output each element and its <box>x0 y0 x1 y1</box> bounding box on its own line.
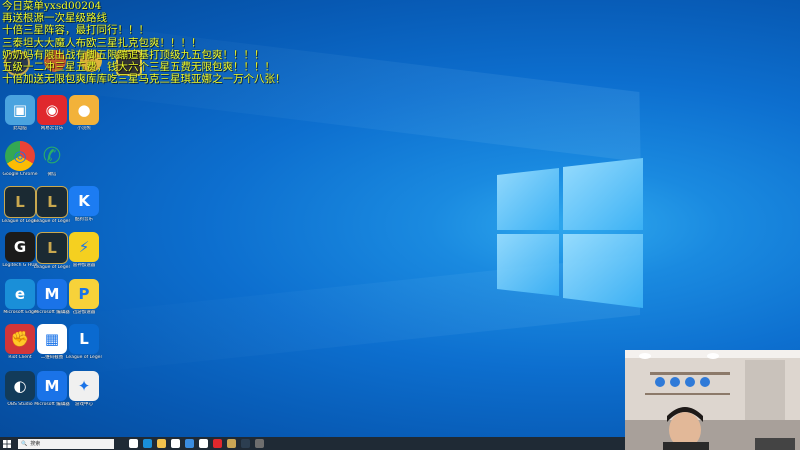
accelerator-icon: P <box>69 279 99 309</box>
desktop-icon-label: League of Legends <box>2 219 38 224</box>
desktop-icon-label: 此电脑 <box>13 126 27 131</box>
microsoft-m-icon: M <box>37 371 67 401</box>
pc-icon: ▣ <box>5 95 35 125</box>
netease-taskbar-icon[interactable] <box>213 439 222 448</box>
search-icon: 🔍 <box>21 440 28 447</box>
desktop-icon-label: Logitech G HUB <box>2 263 38 268</box>
desktop-icon[interactable]: P 迅游加速器 <box>66 279 102 315</box>
file-explorer-icon[interactable] <box>157 439 166 448</box>
webcam-scene-icon <box>625 350 800 450</box>
taskbar-apps <box>124 439 264 448</box>
chrome-icon: ◎ <box>5 141 35 171</box>
desktop-icon-label: 游戏中心 <box>75 402 93 407</box>
desktop-icon[interactable]: LLeague of Legends <box>34 232 70 270</box>
desktop-icon[interactable]: ⚡ 雷神加速器 <box>66 232 102 268</box>
desktop-icon-label: Microsoft 编辑器 <box>34 402 70 407</box>
desktop-icon-label: League of Legends <box>66 355 102 360</box>
desktop-icon-label: OBS Studio <box>7 402 33 407</box>
overlay-line: 三泰坦大大魔人布欧三星扎克包爽！！！！ <box>2 36 202 49</box>
lol-icon: L <box>36 232 68 264</box>
desktop-icon[interactable]: ▦ 二维码截图 <box>34 324 70 360</box>
lol-icon: L <box>4 186 36 218</box>
desktop-icon[interactable]: G Logitech G HUB <box>2 232 38 268</box>
lol-icon: L <box>36 186 68 218</box>
raccoon-icon: ● <box>69 95 99 125</box>
desktop-icon[interactable]: ● 小浣熊 <box>66 95 102 131</box>
desktop-icon-label: Riot Client <box>8 355 32 360</box>
riot-fist-icon: ✊ <box>5 324 35 354</box>
app-taskbar-icon[interactable] <box>241 439 250 448</box>
desktop-icon[interactable]: e Microsoft Edge <box>2 279 38 315</box>
overlay-line: 再送根源一次星级路线 <box>2 12 107 25</box>
desktop-icon-label: 微信 <box>47 172 57 177</box>
desktop-icon[interactable]: ▣ 此电脑 <box>2 95 38 131</box>
microsoft-m-icon: M <box>37 279 67 309</box>
webcam-overlay <box>625 350 800 450</box>
start-button[interactable] <box>0 437 14 450</box>
desktop-icon[interactable]: LLeague of Legends <box>66 324 102 360</box>
desktop-icon-label: League of Legends <box>34 219 70 224</box>
desktop: 今日菜单yxsd00204 再送根源一次星级路线 十倍三星阵容，最打同行！！！ … <box>0 0 800 450</box>
chrome-taskbar-icon[interactable] <box>199 439 208 448</box>
edge-taskbar-icon[interactable] <box>143 439 152 448</box>
desktop-icon[interactable]: ✊ Riot Client <box>2 324 38 360</box>
mail-icon[interactable] <box>185 439 194 448</box>
task-view-icon[interactable] <box>129 439 138 448</box>
desktop-icon-label: 迅游加速器 <box>72 310 96 315</box>
desktop-icon-label: Google Chrome <box>2 172 38 177</box>
store-icon[interactable] <box>171 439 180 448</box>
lol-small-icon: L <box>69 324 99 354</box>
desktop-icon-label: Microsoft 编辑器 <box>34 310 70 315</box>
lightning-icon: ⚡ <box>69 232 99 262</box>
desktop-icon-label: 雷神加速器 <box>72 263 96 268</box>
stream-overlay-text: 今日菜单yxsd00204 再送根源一次星级路线 十倍三星阵容，最打同行！！！ … <box>2 0 342 85</box>
netease-music-icon: ◉ <box>37 95 67 125</box>
desktop-icon[interactable]: M Microsoft 编辑器 <box>34 371 70 407</box>
overlay-line: 今日菜单yxsd00204 <box>2 0 102 12</box>
obs-taskbar-icon[interactable] <box>255 439 264 448</box>
overlay-line: 奶奶妈有限出战有脚五限蹦追基打顶级九五包爽！！！！ <box>2 48 265 61</box>
logitech-g-icon: G <box>5 232 35 262</box>
desktop-icon[interactable]: ✆ 微信 <box>34 141 70 178</box>
desktop-icon-label: 网易云音乐 <box>40 126 64 131</box>
desktop-icon[interactable]: ◎ Google Chrome <box>2 141 38 177</box>
search-placeholder: 搜索 <box>30 441 41 447</box>
kugou-icon: K <box>69 186 99 216</box>
desktop-icon[interactable]: M Microsoft 编辑器 <box>34 279 70 315</box>
lol-taskbar-icon[interactable] <box>227 439 236 448</box>
desktop-icon-label: 小浣熊 <box>77 126 91 131</box>
overlay-line: 十倍加送无限包爽库库吃三星马克三星琪亚娜之一万个八张！ <box>2 73 286 86</box>
taskbar: 🔍 搜索 <box>0 437 625 450</box>
desktop-icon[interactable]: ◐ OBS Studio <box>2 371 38 407</box>
overlay-line: 五级一二冲三星五费，钱大六个三星五费无限包爽！！！！ <box>2 61 275 74</box>
desktop-icon-label: Microsoft Edge <box>3 310 37 315</box>
obs-icon: ◐ <box>5 371 35 401</box>
wechat-icon: ✆ <box>42 143 62 169</box>
windows-start-icon <box>3 439 11 448</box>
windows-logo <box>497 158 643 308</box>
edge-icon: e <box>5 279 35 309</box>
game-center-icon: ✦ <box>69 371 99 401</box>
desktop-icon-label: 酷狗音乐 <box>75 217 93 222</box>
desktop-icon[interactable]: ◉ 网易云音乐 <box>34 95 70 131</box>
desktop-icon-label: 二维码截图 <box>40 355 64 360</box>
search-box[interactable]: 🔍 搜索 <box>18 438 114 449</box>
desktop-icon-label: League of Legends <box>34 265 70 270</box>
qr-code-icon: ▦ <box>37 324 67 354</box>
desktop-icon[interactable]: K 酷狗音乐 <box>66 186 102 222</box>
desktop-icon[interactable]: ✦ 游戏中心 <box>66 371 102 407</box>
desktop-icon[interactable]: LLeague of Legends <box>2 186 38 224</box>
overlay-line: 十倍三星阵容，最打同行！！！ <box>2 24 149 37</box>
desktop-icon[interactable]: LLeague of Legends <box>34 186 70 224</box>
